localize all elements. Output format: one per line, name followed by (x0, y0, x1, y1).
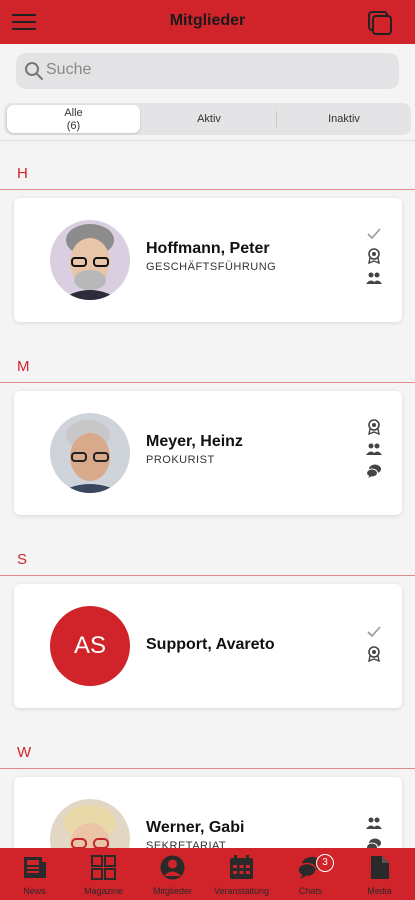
avatar (50, 799, 130, 848)
check-icon (367, 626, 381, 638)
tab-mitglieder[interactable]: Mitglieder (138, 848, 207, 900)
search-container: Suche (0, 44, 415, 98)
member-card-werner[interactable]: Werner, Gabi SEKRETARIAT (14, 777, 402, 848)
member-card-support[interactable]: AS Support, Avareto (14, 584, 402, 708)
person-icon (160, 855, 185, 880)
tab-mitglieder-label: Mitglieder (152, 886, 192, 896)
award-icon (368, 248, 380, 264)
avatar (50, 220, 130, 300)
segment-aktiv[interactable]: Aktiv (142, 103, 276, 135)
segment-alle-count: (6) (66, 120, 81, 132)
member-name: Support, Avareto (146, 636, 275, 653)
cards-stack-icon[interactable] (367, 10, 393, 36)
member-name: Werner, Gabi (146, 819, 245, 836)
tab-news[interactable]: News (0, 848, 69, 900)
chat-bubbles-icon (366, 464, 381, 478)
search-field[interactable]: Suche (16, 53, 399, 89)
tab-veranstaltung-label: Veranstaltung (213, 886, 270, 896)
page-title: Mitglieder (169, 12, 246, 29)
member-name: Hoffmann, Peter (146, 240, 270, 257)
avatar (50, 413, 130, 493)
search-icon (25, 62, 43, 80)
segment-alle[interactable]: Alle (6) (7, 105, 140, 133)
member-role: PROKURIST (146, 454, 215, 466)
top-app-bar: Mitglieder (0, 0, 415, 44)
bottom-tab-bar: News Magazine Mitglieder Veranstaltung 3… (0, 848, 415, 900)
tab-magazine[interactable]: Magazine (69, 848, 138, 900)
group-icon (366, 817, 382, 829)
avatar-initials: AS (50, 606, 130, 686)
tab-media-label: Media (367, 886, 392, 896)
section-divider (0, 189, 415, 190)
newspaper-icon (24, 857, 46, 878)
segment-alle-label: Alle (64, 107, 83, 119)
member-card-hoffmann[interactable]: Hoffmann, Peter GESCHÄFTSFÜHRUNG (14, 198, 402, 322)
member-list[interactable]: H Hoffmann, Peter GESCHÄFTSFÜHRUNG M Mey… (0, 140, 415, 848)
tab-magazine-label: Magazine (83, 886, 124, 896)
member-role: SEKRETARIAT (146, 840, 227, 848)
group-icon (366, 272, 382, 284)
tab-media[interactable]: Media (345, 848, 414, 900)
award-icon (368, 419, 380, 435)
section-divider (0, 382, 415, 383)
unread-badge: 3 (316, 854, 334, 872)
section-letter-s: S (17, 551, 28, 568)
section-letter-h: H (17, 165, 28, 182)
segment-inaktiv[interactable]: Inaktiv (277, 103, 411, 135)
section-divider (0, 575, 415, 576)
grid-icon (91, 855, 116, 880)
chat-bubbles-icon (366, 838, 381, 848)
section-letter-w: W (17, 744, 32, 761)
award-icon (368, 646, 380, 662)
calendar-icon (230, 855, 253, 879)
filter-segmented-control: Alle (6) Aktiv Inaktiv (4, 103, 411, 135)
tab-chats[interactable]: 3 Chats (276, 848, 345, 900)
tab-news-label: News (23, 886, 46, 896)
tab-veranstaltung[interactable]: Veranstaltung (207, 848, 276, 900)
search-placeholder: Suche (46, 61, 92, 78)
segment-aktiv-label: Aktiv (197, 113, 221, 125)
member-name: Meyer, Heinz (146, 433, 243, 450)
section-letter-m: M (17, 358, 30, 375)
tab-chats-label: Chats (298, 886, 323, 896)
check-icon (367, 228, 381, 240)
member-role: GESCHÄFTSFÜHRUNG (146, 261, 277, 273)
member-card-meyer[interactable]: Meyer, Heinz PROKURIST (14, 391, 402, 515)
group-icon (366, 443, 382, 455)
section-divider (0, 768, 415, 769)
segment-inaktiv-label: Inaktiv (328, 113, 360, 125)
document-icon (371, 856, 389, 879)
